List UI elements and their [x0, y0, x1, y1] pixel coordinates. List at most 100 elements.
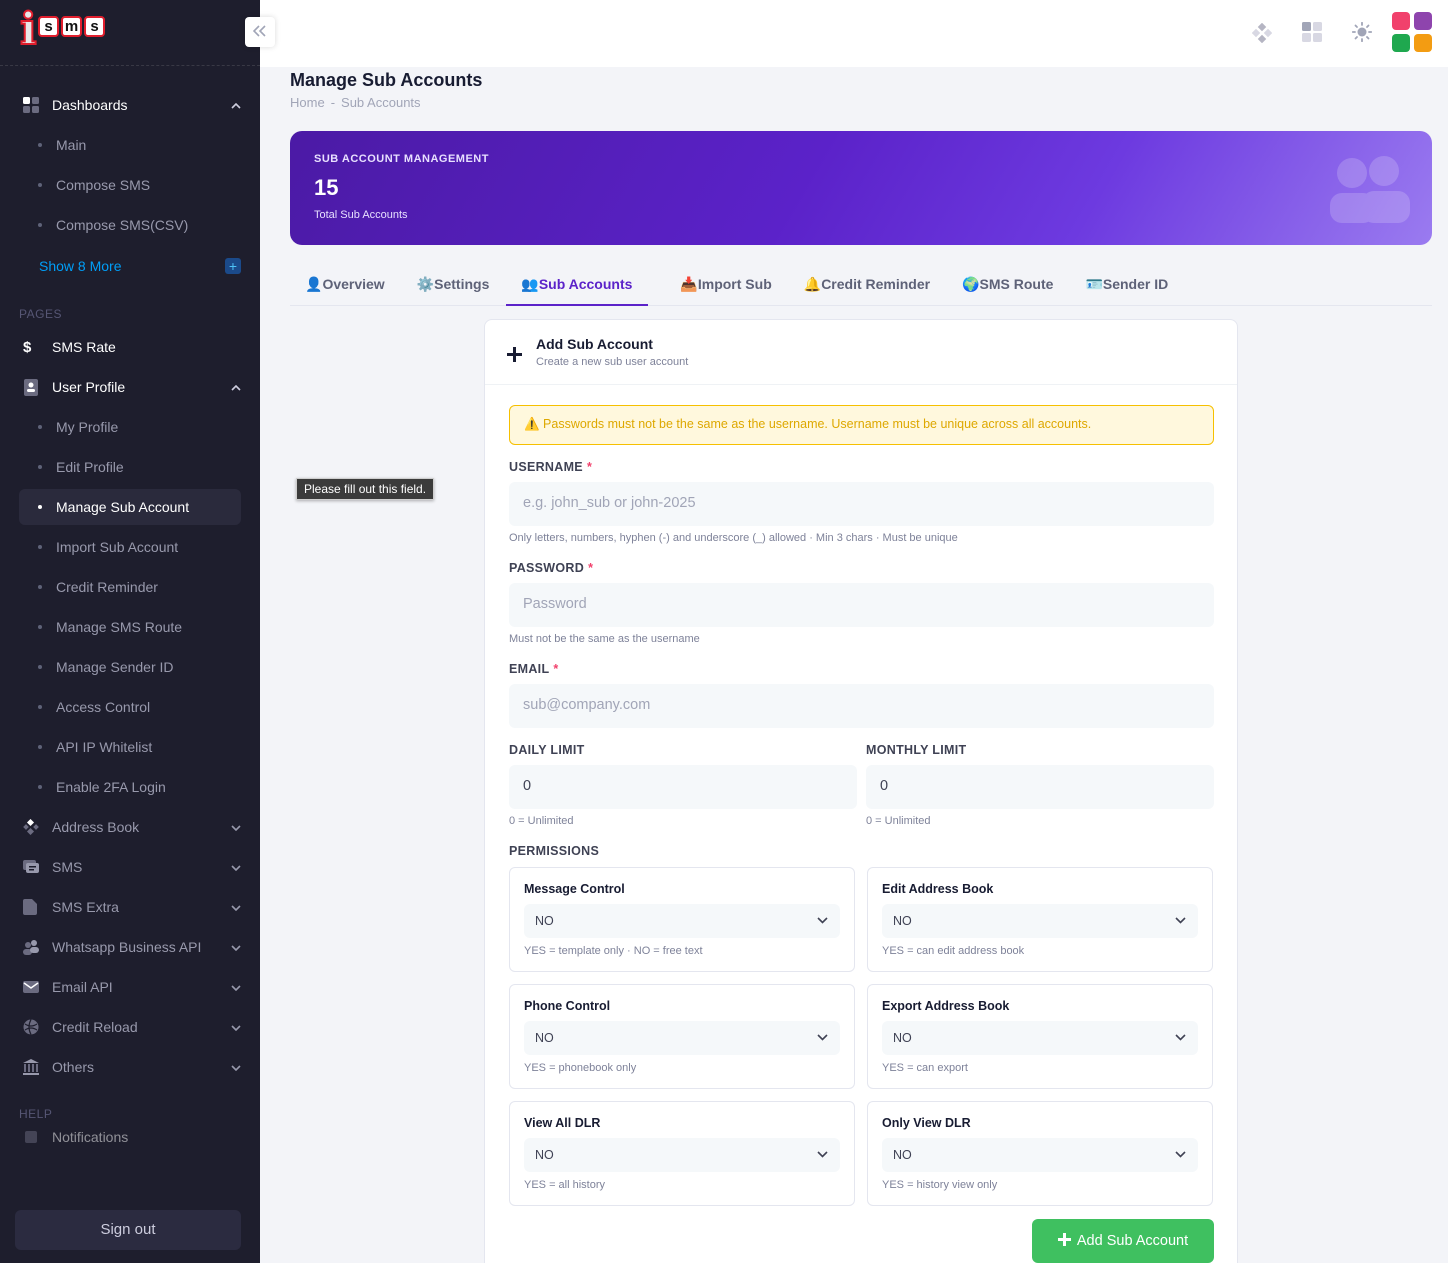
sidebar-subitem[interactable]: Manage SMS Route	[19, 607, 241, 647]
tab[interactable]: 👥Sub Accounts	[506, 266, 649, 306]
show-more-link[interactable]: Show 8 More +	[19, 245, 241, 287]
signout-button[interactable]: Sign out	[15, 1210, 241, 1250]
permission-card: Message Control NO YES = template only · N…	[509, 867, 855, 972]
chevron-up-icon	[231, 380, 241, 394]
monthly-limit-hint: 0 = Unlimited	[866, 815, 931, 827]
tab-label: SMS Route	[979, 276, 1054, 292]
banner-subtitle: Total Sub Accounts	[314, 209, 408, 221]
sidebar-subitem-main[interactable]: Main	[19, 125, 241, 165]
dollar-icon: $	[23, 338, 32, 356]
sidebar-item-group[interactable]: Credit Reload	[19, 1007, 241, 1047]
banner-count: 15	[314, 175, 339, 200]
card-subtitle: Create a new sub user account	[536, 356, 689, 368]
sidebar-item-user-profile[interactable]: User Profile	[19, 367, 241, 407]
sidebar-subitem-compose-sms[interactable]: Compose SMS	[19, 165, 241, 205]
tab[interactable]: 🌍SMS Route	[962, 266, 1053, 306]
bullet-icon	[38, 705, 42, 709]
tab[interactable]: 🪪Sender ID	[1085, 266, 1168, 306]
sidebar-subitem[interactable]: Enable 2FA Login	[19, 767, 241, 807]
sidebar-item-group[interactable]: Address Book	[19, 807, 241, 847]
sidebar-item-label: Address Book	[52, 819, 140, 835]
permission-select[interactable]: NO	[882, 1138, 1198, 1172]
app-tile	[1414, 12, 1432, 30]
permission-value: NO	[535, 1148, 554, 1162]
permission-select[interactable]: NO	[524, 1021, 840, 1055]
breadcrumb: Home - Sub Accounts	[290, 95, 421, 110]
password-hint: Must not be the same as the username	[509, 633, 700, 645]
password-input[interactable]: Password	[509, 583, 1214, 627]
sidebar-item-group[interactable]: Whatsapp Business API	[19, 927, 241, 967]
bullet-icon	[38, 143, 42, 147]
sidebar-subitem-compose-sms-csv[interactable]: Compose SMS(CSV)	[19, 205, 241, 245]
chevron-down-icon	[1175, 913, 1186, 927]
username-input[interactable]: e.g. john_sub or john-2025	[509, 482, 1214, 526]
logo-box: m	[61, 16, 82, 37]
sidebar-item-label: Notifications	[52, 1129, 129, 1145]
permission-select[interactable]: NO	[524, 1138, 840, 1172]
sidebar-collapse-button[interactable]	[245, 17, 275, 47]
permission-hint: YES = can edit address book	[882, 945, 1025, 957]
bullet-icon	[38, 585, 42, 589]
document-icon	[19, 899, 52, 915]
permission-title: View All DLR	[524, 1116, 601, 1130]
sidebar-item-sms-rate[interactable]: $ SMS Rate	[19, 327, 241, 367]
permission-card: View All DLR NO YES = all history	[509, 1101, 855, 1206]
permission-hint: YES = phonebook only	[524, 1062, 637, 1074]
sidebar-subitem[interactable]: Access Control	[19, 687, 241, 727]
apps-grid-icon[interactable]	[1392, 12, 1432, 52]
sidebar-item-label: SMS Extra	[52, 899, 119, 915]
section-label-help: HELP	[19, 1107, 53, 1121]
tab-icon: 🪪	[1085, 276, 1103, 292]
sidebar-subitem-label: Compose SMS(CSV)	[56, 217, 189, 233]
bullet-icon	[38, 745, 42, 749]
permission-select[interactable]: NO	[882, 1021, 1198, 1055]
monthly-limit-input[interactable]: 0	[866, 765, 1214, 809]
sidebar-subitem[interactable]: API IP Whitelist	[19, 727, 241, 767]
sidebar-item-group[interactable]: SMS	[19, 847, 241, 887]
sidebar-subitem[interactable]: Manage Sender ID	[19, 647, 241, 687]
sidebar-item-group[interactable]: SMS Extra	[19, 887, 241, 927]
sidebar-item-notifications[interactable]: Notifications	[19, 1127, 241, 1147]
sidebar-subitem[interactable]: Manage Sub Account	[19, 489, 241, 525]
bullet-icon	[38, 545, 42, 549]
chevron-down-icon	[231, 940, 241, 954]
email-label: EMAIL *	[509, 662, 559, 676]
sidebar-subitem[interactable]: Import Sub Account	[19, 527, 241, 567]
dashboard-icon	[19, 96, 52, 114]
sidebar-subitem[interactable]: My Profile	[19, 407, 241, 447]
logo-box: s	[38, 16, 59, 37]
add-sub-account-button[interactable]: Add Sub Account	[1032, 1219, 1214, 1263]
sidebar-subitem[interactable]: Credit Reminder	[19, 567, 241, 607]
app-tile	[1392, 12, 1410, 30]
permission-select[interactable]: NO	[524, 904, 840, 938]
breadcrumb-home[interactable]: Home	[290, 95, 325, 110]
chevron-down-icon	[1175, 1147, 1186, 1161]
email-input[interactable]: sub@company.com	[509, 684, 1214, 728]
daily-limit-input[interactable]: 0	[509, 765, 857, 809]
bullet-icon	[38, 625, 42, 629]
page-title: Manage Sub Accounts	[290, 70, 483, 90]
tab[interactable]: ⚙️Settings	[417, 266, 490, 306]
sidebar-item-group[interactable]: Email API	[19, 967, 241, 1007]
sidebar-subitem-label: API IP Whitelist	[56, 739, 153, 755]
permission-card: Export Address Book NO YES = can export	[867, 984, 1213, 1089]
sidebar-subitem[interactable]: Edit Profile	[19, 447, 241, 487]
sun-icon[interactable]	[1351, 21, 1373, 47]
sidebar-subitem-label: Import Sub Account	[56, 539, 179, 555]
tab[interactable]: 📥Import Sub	[680, 266, 771, 306]
sidebar-menu: Dashboards Main Compose SMS Compose SMS(…	[0, 66, 260, 1147]
sidebar-subitem-label: Enable 2FA Login	[56, 779, 166, 795]
plus-icon	[507, 342, 522, 368]
breadcrumb-current: Sub Accounts	[341, 95, 421, 110]
logo[interactable]: i s m s	[0, 0, 260, 66]
diamond-shapes-icon[interactable]	[1251, 22, 1273, 48]
sidebar-item-group[interactable]: Others	[19, 1047, 241, 1087]
sidebar-subitem-label: Compose SMS	[56, 177, 151, 193]
permission-select[interactable]: NO	[882, 904, 1198, 938]
sidebar-item-dashboards[interactable]: Dashboards	[19, 85, 241, 125]
dashboard-grid-icon[interactable]	[1302, 22, 1322, 47]
tab[interactable]: 👤Overview	[305, 266, 385, 306]
tab[interactable]: 🔔Credit Reminder	[804, 266, 930, 306]
sidebar-item-label: Dashboards	[52, 97, 128, 113]
tab-label: Overview	[322, 276, 385, 292]
